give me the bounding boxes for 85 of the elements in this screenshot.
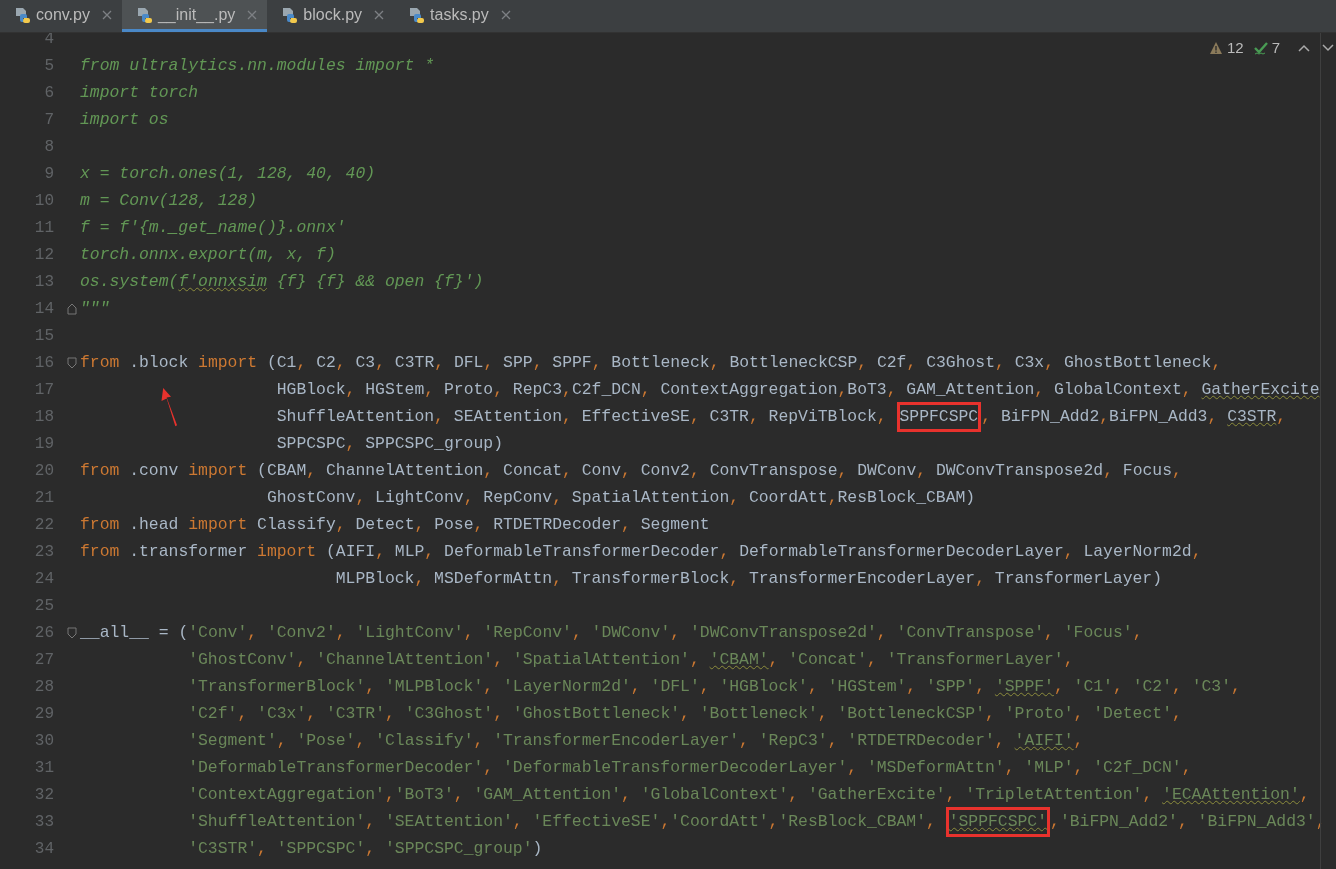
line-number: 28	[33, 677, 54, 696]
close-icon[interactable]	[247, 9, 258, 20]
python-file-icon	[281, 6, 298, 23]
line-number: 34	[33, 839, 54, 858]
code-line: 'DeformableTransformerDecoder', 'DeformableTransformerDecoderLayer', 'MSDeformAttn', 'MLP', 'C2f_DCN',	[187, 758, 1192, 777]
line-number: 33	[33, 812, 54, 831]
code-line: import os	[80, 110, 169, 129]
code-line: 'Segment', 'Pose', 'Classify', 'TransformerEncoderLayer', 'RepC3', 'RTDETRDecoder', 'AIFI',	[80, 731, 1084, 750]
warning-underline: 'ECAAttention'	[1162, 785, 1300, 806]
weak-warning-count: 7	[1271, 39, 1280, 56]
close-icon[interactable]	[101, 9, 112, 20]
warning-underline: GatherExcite	[1201, 380, 1320, 401]
python-file-icon	[135, 6, 152, 23]
line-number: 17	[33, 380, 54, 399]
line-number: 12	[33, 245, 54, 264]
line-number: 23	[33, 542, 54, 561]
line-number: 31	[33, 758, 54, 777]
line-number: 20	[33, 461, 54, 480]
file-tab[interactable]: __init__.py	[121, 0, 268, 32]
line-number: 13	[33, 272, 54, 291]
code-line: import torch	[80, 83, 199, 102]
warning-underline: 'AIFI'	[1014, 731, 1074, 752]
line-number: 26	[33, 623, 54, 642]
line-number: 24	[33, 569, 54, 588]
line-number: 32	[33, 785, 54, 804]
code-line: 'TransformerBlock', 'MLPBlock', 'LayerNorm2d', 'DFL', 'HGBlock', 'HGStem', 'SPP', 'SPPF', 'C1', 'C2', 'C3',	[80, 677, 1241, 696]
line-number: 8	[43, 137, 54, 156]
fold-icon[interactable]	[67, 626, 77, 639]
code-line: 'GhostConv', 'ChannelAttention', 'SpatialAttention', 'CBAM', 'Concat', 'TransformerLayer',	[80, 650, 1074, 669]
line-number: 11	[33, 218, 54, 237]
annotation-box: 'SPPFCSPC'	[945, 807, 1051, 837]
line-number: 21	[33, 488, 54, 507]
code-line: f = f'{m._get_name()}.onnx'	[80, 218, 346, 237]
line-number: 19	[33, 434, 54, 453]
close-icon[interactable]	[500, 9, 511, 20]
fold-icon[interactable]	[67, 302, 77, 315]
line-number: 27	[33, 650, 54, 669]
code-line: from .conv import (CBAM, ChannelAttention, Concat, Conv, Conv2, ConvTranspose, DWConv, DWConvTranspose2d, Focus,	[80, 461, 1182, 480]
code-line: from .block import (C1, C2, C3, C3TR, DFL, SPP, SPPF, Bottleneck, BottleneckCSP, C2f, C3Ghost, C3x, GhostBottleneck,	[80, 353, 1222, 372]
code-line: __all__ = ('Conv', 'Conv2', 'LightConv', 'RepConv', 'DWConv', 'DWConvTranspose2d', 'ConvTranspose', 'Focus',	[80, 623, 1143, 642]
code-line: from .head import Classify, Detect, Pose, RTDETRDecoder, Segment	[80, 515, 710, 534]
line-number: 5	[43, 56, 54, 75]
code-line: """	[80, 299, 110, 318]
line-number: 9	[43, 164, 54, 183]
code-line: MLPBlock, MSDeformAttn, TransformerBlock, TransformerEncoderLayer, TransformerLayer)	[334, 569, 1163, 588]
code-line: torch.onnx.export(m, x, f)	[80, 245, 336, 264]
code-line: 'C2f', 'C3x', 'C3TR', 'C3Ghost', 'GhostBottleneck', 'Bottleneck', 'BottleneckCSP', 'Proto', 'Detect',	[187, 704, 1182, 723]
code-line: from .transformer import (AIFI, MLP, DeformableTransformerDecoder, DeformableTransformerDecoderLayer, LayerNorm2d,	[80, 542, 1202, 561]
line-number: 29	[33, 704, 54, 723]
line-number: 15	[33, 326, 54, 345]
line-number: 7	[43, 110, 54, 129]
file-tab[interactable]: tasks.py	[394, 0, 521, 32]
line-number: 18	[33, 407, 54, 426]
python-file-icon	[408, 6, 425, 23]
check-icon[interactable]	[1253, 40, 1268, 55]
file-tab[interactable]: conv.py	[0, 0, 122, 32]
line-number: 16	[33, 353, 54, 372]
line-number: 22	[33, 515, 54, 534]
annotation-box: SPPFCSPC	[896, 402, 982, 432]
code-line: 'C3STR', 'SPPCSPC', 'SPPCSPC_group')	[187, 839, 543, 858]
line-number: 10	[33, 191, 54, 210]
close-icon[interactable]	[374, 9, 385, 20]
warning-underline: 'SPPF'	[994, 677, 1054, 698]
warning-underline: C3STR	[1227, 407, 1277, 428]
code-line: os.system(f'onnxsim {f} {f} && open {f}')	[80, 272, 484, 291]
code-line: GhostConv, LightConv, RepConv, SpatialAttention, CoordAtt,ResBlock_CBAM)	[265, 488, 976, 507]
line-number: 30	[33, 731, 54, 750]
code-line: from ultralytics.nn.modules import *	[80, 56, 435, 75]
fold-icon[interactable]	[67, 356, 77, 369]
warning-icon[interactable]	[1208, 40, 1223, 55]
warning-count: 12	[1226, 39, 1244, 56]
chevron-up-icon[interactable]	[1298, 43, 1310, 52]
code-line: 'ContextAggregation','BoT3', 'GAM_Attention', 'GlobalContext', 'GatherExcite', 'TripletAttention', 'ECAAttention',	[80, 785, 1310, 804]
code-line: x = torch.ones(1, 128, 40, 40)	[80, 164, 376, 183]
line-number: 14	[33, 299, 54, 318]
code-line: m = Conv(128, 128)	[80, 191, 258, 210]
file-tab[interactable]: block.py	[267, 0, 395, 32]
line-number: 6	[43, 83, 54, 102]
line-number: 25	[33, 596, 54, 615]
code-line: HGBlock, HGStem, Proto, RepC3,C2f_DCN, ContextAggregation,BoT3, GAM_Attention, GlobalContext, GatherExcite	[80, 380, 1320, 399]
python-file-icon	[14, 6, 30, 23]
warning-underline: f'onnxsim	[178, 272, 267, 293]
chevron-down-icon[interactable]	[1322, 43, 1334, 52]
warning-underline: 'CBAM'	[709, 650, 769, 671]
code-line: SPPCSPC, SPPCSPC_group)	[275, 434, 503, 453]
